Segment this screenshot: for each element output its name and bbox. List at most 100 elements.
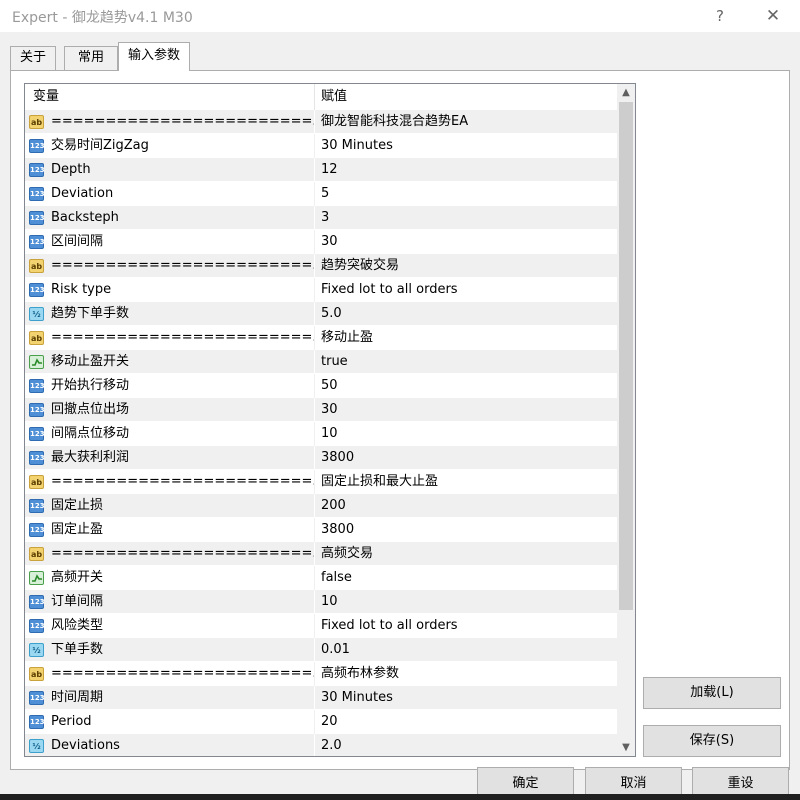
table-row[interactable]: ab ========================... 固定止损和最大止盈 [25, 470, 617, 494]
value-cell[interactable]: 高频交易 [315, 542, 617, 566]
table-row[interactable]: 123 风险类型 Fixed lot to all orders [25, 614, 617, 638]
variable-name: 高频开关 [51, 570, 104, 585]
tab-common[interactable]: 常用 [64, 46, 118, 71]
scroll-up-icon[interactable]: ▲ [617, 84, 635, 101]
variable-name-cell[interactable]: ab ========================... [25, 326, 315, 350]
table-row[interactable]: ab ========================... 御龙智能科技混合趋势E… [25, 110, 617, 134]
variable-name-cell[interactable]: ab ========================... [25, 254, 315, 278]
value-cell[interactable]: 3 [315, 206, 617, 230]
table-row[interactable]: 123 Depth 12 [25, 158, 617, 182]
value-cell[interactable]: Fixed lot to all orders [315, 278, 617, 302]
integer-type-icon: 123 [29, 211, 45, 225]
value-cell[interactable]: 50 [315, 374, 617, 398]
table-row[interactable]: ab ========================... 移动止盈 [25, 326, 617, 350]
load-button[interactable]: 加载(L) [643, 677, 781, 709]
variable-name-cell[interactable]: 123 回撤点位出场 [25, 398, 315, 422]
table-row[interactable]: 123 订单间隔 10 [25, 590, 617, 614]
column-header-variable[interactable]: 变量 [25, 84, 315, 110]
save-button[interactable]: 保存(S) [643, 725, 781, 757]
table-row[interactable]: 高频开关 false [25, 566, 617, 590]
close-button[interactable]: ✕ [759, 4, 787, 28]
variable-name-cell[interactable]: 123 间隔点位移动 [25, 422, 315, 446]
table-row[interactable]: 123 Period 20 [25, 710, 617, 734]
value-cell[interactable]: 0.01 [315, 638, 617, 662]
table-row[interactable]: 移动止盈开关 true [25, 350, 617, 374]
variable-name-cell[interactable]: 123 Backsteph [25, 206, 315, 230]
variable-name-cell[interactable]: 高频开关 [25, 566, 315, 590]
table-row[interactable]: 123 Backsteph 3 [25, 206, 617, 230]
table-row[interactable]: 123 回撤点位出场 30 [25, 398, 617, 422]
value-cell[interactable]: 5 [315, 182, 617, 206]
boolean-type-icon [29, 571, 44, 585]
help-button[interactable]: ? [706, 4, 734, 28]
table-row[interactable]: 123 固定止损 200 [25, 494, 617, 518]
variable-name-cell[interactable]: ab ========================... [25, 542, 315, 566]
value-cell[interactable]: 10 [315, 590, 617, 614]
variable-name-cell[interactable]: 123 风险类型 [25, 614, 315, 638]
value-cell[interactable]: Fixed lot to all orders [315, 614, 617, 638]
tab-inputs[interactable]: 输入参数 [118, 42, 190, 71]
value-cell[interactable]: 30 Minutes [315, 686, 617, 710]
variable-name-cell[interactable]: 123 Depth [25, 158, 315, 182]
value-cell[interactable]: 30 Minutes [315, 134, 617, 158]
value-cell[interactable]: 高频布林参数 [315, 662, 617, 686]
variable-name-cell[interactable]: ½ 趋势下单手数 [25, 302, 315, 326]
tab-about[interactable]: 关于 [10, 46, 56, 71]
table-row[interactable]: 123 开始执行移动 50 [25, 374, 617, 398]
value-cell[interactable]: 移动止盈 [315, 326, 617, 350]
variable-name-cell[interactable]: 123 时间周期 [25, 686, 315, 710]
variable-name-cell[interactable]: 123 Deviation [25, 182, 315, 206]
value-cell[interactable]: 30 [315, 230, 617, 254]
taskbar-strip [0, 794, 800, 800]
value-cell[interactable]: 12 [315, 158, 617, 182]
column-header-value[interactable]: 赋值 [315, 84, 617, 110]
value-cell[interactable]: 2.0 [315, 734, 617, 756]
value-cell[interactable]: 3800 [315, 518, 617, 542]
variable-name-cell[interactable]: ½ Deviations [25, 734, 315, 756]
variable-name-cell[interactable]: 123 交易时间ZigZag [25, 134, 315, 158]
variable-name-cell[interactable]: 123 固定止损 [25, 494, 315, 518]
variable-name-cell[interactable]: 123 Period [25, 710, 315, 734]
value-cell[interactable]: 200 [315, 494, 617, 518]
table-row[interactable]: 123 固定止盈 3800 [25, 518, 617, 542]
value-cell[interactable]: 3800 [315, 446, 617, 470]
variable-name-cell[interactable]: 123 最大获利利润 [25, 446, 315, 470]
value-cell[interactable]: true [315, 350, 617, 374]
variable-name-cell[interactable]: 123 订单间隔 [25, 590, 315, 614]
value-cell[interactable]: false [315, 566, 617, 590]
integer-type-icon: 123 [29, 619, 45, 633]
table-row[interactable]: 123 Deviation 5 [25, 182, 617, 206]
variable-name-cell[interactable]: ab ========================... [25, 110, 315, 134]
variable-name-cell[interactable]: 123 区间间隔 [25, 230, 315, 254]
vertical-scrollbar[interactable]: ▲ ▼ [617, 84, 635, 756]
value-cell[interactable]: 30 [315, 398, 617, 422]
table-row[interactable]: 123 最大获利利润 3800 [25, 446, 617, 470]
value-cell[interactable]: 趋势突破交易 [315, 254, 617, 278]
variable-name-cell[interactable]: 123 Risk type [25, 278, 315, 302]
variable-name-cell[interactable]: 123 开始执行移动 [25, 374, 315, 398]
value-cell[interactable]: 20 [315, 710, 617, 734]
table-row[interactable]: ½ Deviations 2.0 [25, 734, 617, 756]
table-row[interactable]: ab ========================... 趋势突破交易 [25, 254, 617, 278]
variable-name-cell[interactable]: ab ========================... [25, 662, 315, 686]
table-row[interactable]: 123 区间间隔 30 [25, 230, 617, 254]
table-row[interactable]: ½ 趋势下单手数 5.0 [25, 302, 617, 326]
value-cell[interactable]: 10 [315, 422, 617, 446]
scroll-thumb[interactable] [619, 102, 633, 610]
table-row[interactable]: 123 Risk type Fixed lot to all orders [25, 278, 617, 302]
table-row[interactable]: 123 交易时间ZigZag 30 Minutes [25, 134, 617, 158]
table-row[interactable]: ab ========================... 高频布林参数 [25, 662, 617, 686]
scroll-down-icon[interactable]: ▼ [617, 739, 635, 756]
variable-name-cell[interactable]: 123 固定止盈 [25, 518, 315, 542]
integer-type-icon: 123 [29, 523, 45, 537]
table-row[interactable]: 123 时间周期 30 Minutes [25, 686, 617, 710]
value-cell[interactable]: 固定止损和最大止盈 [315, 470, 617, 494]
table-row[interactable]: ½ 下单手数 0.01 [25, 638, 617, 662]
variable-name-cell[interactable]: ½ 下单手数 [25, 638, 315, 662]
value-cell[interactable]: 5.0 [315, 302, 617, 326]
value-cell[interactable]: 御龙智能科技混合趋势EA [315, 110, 617, 134]
variable-name-cell[interactable]: ab ========================... [25, 470, 315, 494]
table-row[interactable]: ab ========================... 高频交易 [25, 542, 617, 566]
table-row[interactable]: 123 间隔点位移动 10 [25, 422, 617, 446]
variable-name-cell[interactable]: 移动止盈开关 [25, 350, 315, 374]
